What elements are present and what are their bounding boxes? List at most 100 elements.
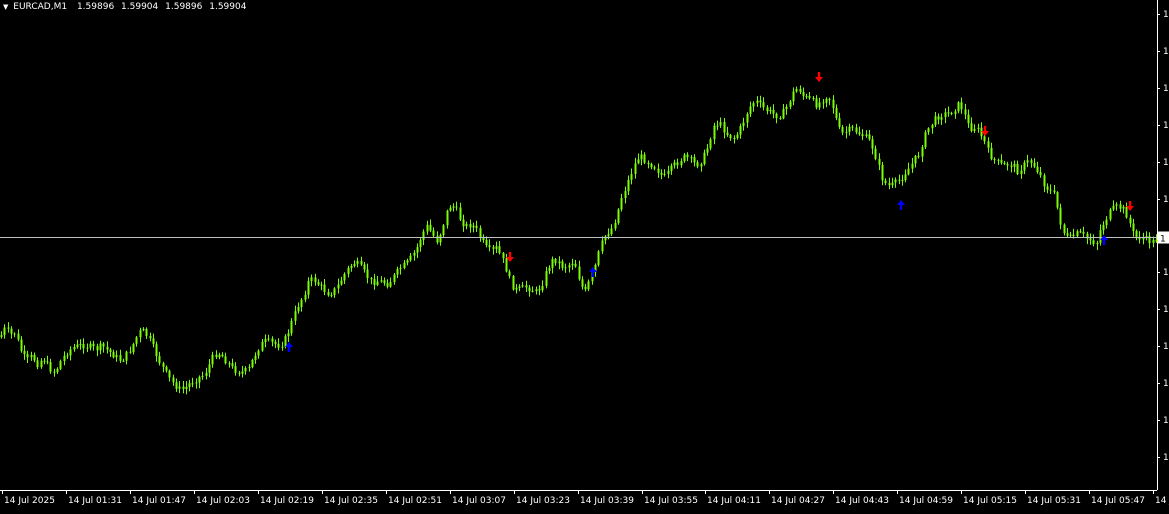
candle-body: [393, 274, 396, 283]
candle-body: [878, 158, 881, 165]
candle-body: [799, 88, 802, 92]
candle-body: [512, 276, 515, 290]
candle-body: [1049, 189, 1052, 191]
candle-body: [73, 347, 76, 350]
candle-body: [620, 198, 623, 210]
candle-body: [825, 98, 828, 103]
price-tick-label: 1: [1163, 342, 1169, 352]
candle-body: [1119, 204, 1122, 209]
candle-body: [297, 307, 300, 312]
candle-body: [742, 122, 745, 127]
candle-body: [1112, 205, 1115, 210]
candle-body: [548, 267, 551, 272]
candle-body: [373, 279, 376, 285]
candle-body: [459, 207, 462, 220]
candle-body: [340, 280, 343, 285]
candle-body: [106, 346, 109, 350]
time-tick-label: 14 Jul 02:19: [260, 496, 314, 506]
candle-body: [868, 134, 871, 140]
candle-body: [888, 183, 891, 186]
candle-body: [934, 116, 937, 125]
candle-body: [264, 339, 267, 342]
candle-body: [168, 370, 171, 378]
candle-body: [706, 148, 709, 153]
candle-body: [571, 263, 574, 266]
candle-body: [234, 366, 237, 373]
candle-body: [1076, 231, 1079, 237]
candle-body: [676, 162, 679, 166]
candle-body: [399, 268, 402, 269]
candle-body: [680, 161, 683, 166]
candle-body: [383, 280, 386, 284]
candle-body: [145, 328, 148, 336]
candle-body: [33, 354, 36, 361]
low-price: 1.59896: [165, 2, 203, 12]
candle-body: [940, 117, 943, 120]
candle-body: [333, 288, 336, 296]
candle-body: [865, 134, 868, 137]
candle-body: [1115, 204, 1118, 206]
candle-body: [125, 351, 128, 361]
candle-body: [257, 350, 260, 356]
candle-body: [505, 258, 508, 272]
candle-body: [835, 108, 838, 119]
candle-body: [191, 383, 194, 385]
price-tick-label: 1: [1163, 121, 1169, 131]
candle-body: [1066, 233, 1069, 236]
candle-body: [92, 343, 95, 347]
candle-body: [205, 372, 208, 376]
candle-body: [380, 280, 383, 282]
candle-body: [201, 376, 204, 377]
candle-body: [178, 386, 181, 389]
candle-body: [267, 338, 270, 340]
candle-body: [561, 261, 564, 268]
candle-body: [46, 361, 49, 363]
price-tick-label: 1: [1163, 84, 1169, 94]
candle-body: [884, 180, 887, 184]
candle-body: [63, 355, 66, 361]
candle-body: [442, 225, 445, 236]
candle-body: [13, 333, 16, 335]
candle-body: [129, 351, 132, 353]
candle-body: [376, 281, 379, 285]
buy-arrow-icon: [897, 200, 905, 210]
time-tick-label: 14 Jul 05:31: [1027, 496, 1081, 506]
candle-body: [921, 147, 924, 157]
candle-body: [690, 157, 693, 159]
candle-body: [782, 109, 785, 119]
candle-body: [452, 206, 455, 208]
candle-body: [396, 268, 399, 275]
candle-body: [86, 347, 89, 349]
candle-body: [815, 98, 818, 108]
candle-body: [386, 283, 389, 287]
time-tick-label: 14 Jul 03:07: [452, 496, 506, 506]
candle-body: [851, 126, 854, 128]
candle-body: [855, 127, 858, 133]
candle-body: [1033, 162, 1036, 167]
candle-body: [366, 269, 369, 279]
candle-body: [165, 366, 168, 371]
candle-body: [752, 103, 755, 107]
candle-body: [624, 191, 627, 198]
candle-body: [1026, 160, 1029, 163]
chart-header: ▼ EURCAD,M1 1.59896 1.59904 1.59896 1.59…: [3, 1, 250, 13]
candle-body: [574, 263, 577, 267]
candle-body: [723, 122, 726, 133]
candle-body: [525, 285, 528, 288]
signal-arrow-shape: [815, 72, 823, 82]
candle-body: [812, 98, 815, 99]
candle-body: [469, 224, 472, 228]
candle-body: [195, 382, 198, 384]
candle-body: [960, 102, 963, 110]
candle-body: [112, 352, 115, 358]
price-chart[interactable]: 1 1 1 1 1 1 1 1 1 1 1 1 1 14 Jul 2025 14 Jul 01:31 14 J…: [0, 0, 1169, 510]
candle-body: [327, 291, 330, 296]
candle-body: [53, 371, 56, 373]
dropdown-caret-icon[interactable]: ▼: [3, 3, 8, 11]
time-tick-label: 14 Jul 02:35: [324, 496, 378, 506]
chart-area[interactable]: 1 1 1 1 1 1 1 1 1 1 1 1 1 14 Jul 2025 14 Jul 01:31 14 J…: [0, 0, 1169, 510]
candle-body: [439, 235, 442, 243]
candle-body: [495, 246, 498, 249]
candle-body: [769, 110, 772, 112]
candle-body: [1039, 172, 1042, 176]
